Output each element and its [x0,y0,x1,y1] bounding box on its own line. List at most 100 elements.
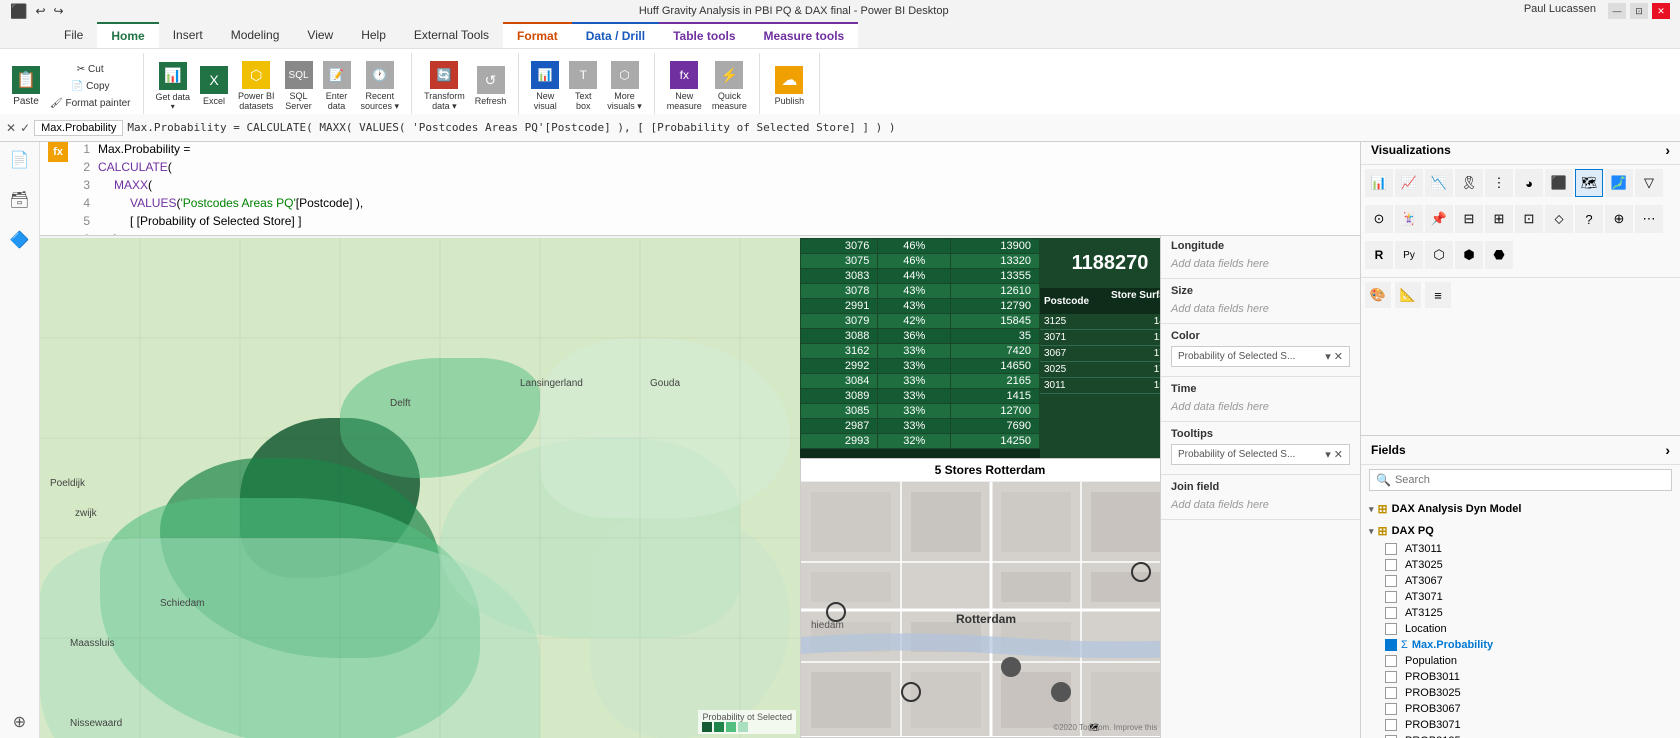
props-longitude-add[interactable]: Add data fields here [1171,256,1350,272]
field-item-population[interactable]: Population [1361,653,1680,669]
copy-btn[interactable]: 📄 Copy [46,79,135,94]
paste-btn[interactable]: 📋 Paste [8,64,44,109]
tab-modeling[interactable]: Modeling [217,22,294,48]
props-color-controls[interactable]: ▾ ✕ [1325,350,1343,363]
field-checkbox-at3067[interactable] [1385,575,1397,587]
viz-ribbon[interactable]: 🎗 [1455,169,1483,197]
viz-decomp[interactable]: ⊕ [1605,205,1633,233]
tab-table-tools[interactable]: Table tools [659,22,749,48]
field-item-prob3125[interactable]: PROB3125 [1361,733,1680,738]
field-item-prob3025[interactable]: PROB3025 [1361,685,1680,701]
tab-help[interactable]: Help [347,22,400,48]
field-checkbox-prob3025[interactable] [1385,687,1397,699]
props-join-add[interactable]: Add data fields here [1171,497,1350,513]
field-checkbox-at3025[interactable] [1385,559,1397,571]
props-color-field[interactable]: Probability of Selected S... ▾ ✕ [1171,346,1350,367]
viz-qna[interactable]: ? [1575,205,1603,233]
viz-table[interactable]: ⊞ [1485,205,1513,233]
viz-treemap[interactable]: ⬛ [1545,169,1573,197]
confirm-formula-btn[interactable]: ✓ [20,121,30,135]
props-tooltips-field[interactable]: Probability of Selected S... ▾ ✕ [1171,444,1350,465]
viz-line-chart[interactable]: 📈 [1395,169,1423,197]
props-size-add[interactable]: Add data fields here [1171,301,1350,317]
quick-measure-btn[interactable]: ⚡ Quick measure [708,59,751,113]
tab-measure-tools[interactable]: Measure tools [750,22,859,48]
publish-btn[interactable]: ☁ Publish [771,64,809,108]
viz-kpi[interactable]: 📌 [1425,205,1453,233]
field-item-at3071[interactable]: AT3071 [1361,589,1680,605]
fields-search-box[interactable]: 🔍 [1369,469,1672,491]
main-map[interactable]: Maassluis Schiedam Delft Lansingerland G… [40,238,800,738]
field-item-at3067[interactable]: AT3067 [1361,573,1680,589]
viz-map[interactable]: 🗺 [1575,169,1603,197]
redo-btn[interactable]: ↪ [54,4,64,18]
field-item-prob3071[interactable]: PROB3071 [1361,717,1680,733]
props-time-add[interactable]: Add data fields here [1171,399,1350,415]
close-btn[interactable]: ✕ [1652,3,1670,19]
field-checkbox-prob3011[interactable] [1385,671,1397,683]
new-measure-btn[interactable]: fx New measure [663,59,706,113]
viz-pie[interactable]: ◕ [1515,169,1543,197]
field-checkbox-at3071[interactable] [1385,591,1397,603]
transform-data-btn[interactable]: 🔄 Transform data ▾ [420,59,469,114]
field-checkbox-at3011[interactable] [1385,543,1397,555]
formula-content[interactable]: Max.Probability = CALCULATE( MAXX( VALUE… [98,140,363,236]
tab-file[interactable]: File [50,22,97,48]
tab-external-tools[interactable]: External Tools [400,22,503,48]
viz-custom3[interactable]: ⬣ [1485,241,1513,269]
props-tooltips-controls[interactable]: ▾ ✕ [1325,448,1343,461]
new-visual-btn[interactable]: 📊 New visual [527,59,563,113]
viz-key-influencers[interactable]: ⋯ [1635,205,1663,233]
field-checkbox-population[interactable] [1385,655,1397,667]
power-bi-datasets-btn[interactable]: ⬡ Power BI datasets [234,59,279,113]
format-painter-btn[interactable]: 🖌 Format painter [46,96,135,111]
viz-slicer[interactable]: ⊟ [1455,205,1483,233]
sql-server-btn[interactable]: SQL SQL Server [281,59,317,113]
text-box-btn[interactable]: T Text box [565,59,601,113]
viz-format-btn[interactable]: 🎨 [1365,282,1391,308]
viz-matrix[interactable]: ⊡ [1515,205,1543,233]
field-item-prob3011[interactable]: PROB3011 [1361,669,1680,685]
formula-text[interactable]: Max.Probability = CALCULATE( MAXX( VALUE… [127,121,1674,134]
viz-r-visual[interactable]: R [1365,241,1393,269]
formula-editor[interactable]: fx 1234567 Max.Probability = CALCULATE( … [40,136,1360,236]
tab-view[interactable]: View [293,22,347,48]
tab-data-drill[interactable]: Data / Drill [572,22,659,48]
tab-format[interactable]: Format [503,22,572,48]
viz-fields-btn[interactable]: ≡ [1425,282,1451,308]
recent-sources-btn[interactable]: 🕐 Recent sources ▾ [357,59,404,114]
fields-panel-expand[interactable]: › [1665,442,1670,458]
field-item-at3011[interactable]: AT3011 [1361,541,1680,557]
field-checkbox-max.probability[interactable] [1385,639,1397,651]
field-item-location[interactable]: Location [1361,621,1680,637]
viz-area-chart[interactable]: 📉 [1425,169,1453,197]
tab-home[interactable]: Home [97,22,158,48]
viz-scatter[interactable]: ⋮ [1485,169,1513,197]
more-visuals-btn[interactable]: ⬡ More visuals ▾ [603,59,646,114]
field-item-max.probability[interactable]: ΣMax.Probability [1361,637,1680,653]
close-formula-btn[interactable]: ✕ [6,121,16,135]
search-input[interactable] [1395,474,1665,486]
viz-panel-expand[interactable]: › [1665,142,1670,158]
field-item-at3125[interactable]: AT3125 [1361,605,1680,621]
field-checkbox-prob3067[interactable] [1385,703,1397,715]
viz-waterfall[interactable]: ⬦ [1545,205,1573,233]
viz-gauge[interactable]: ⊙ [1365,205,1393,233]
field-group-header-dax-pq[interactable]: ▾⊞DAX PQ [1361,521,1680,541]
excel-btn[interactable]: X Excel [196,64,232,108]
viz-funnel[interactable]: ▽ [1635,169,1663,197]
viz-card[interactable]: 🃏 [1395,205,1423,233]
enter-data-btn[interactable]: 📝 Enter data [319,59,355,113]
field-group-header-dax-analysis-dyn-model[interactable]: ▾⊞DAX Analysis Dyn Model [1361,499,1680,519]
rotterdam-map-bg[interactable]: Rotterdam hiedam ©2020 TomTom. Improve t… [801,482,1179,736]
refresh-btn[interactable]: ↺ Refresh [471,64,511,108]
viz-analytics-btn[interactable]: 📐 [1395,282,1421,308]
model-view-btn[interactable]: 🔷 [4,224,36,256]
field-checkbox-at3125[interactable] [1385,607,1397,619]
viz-custom2[interactable]: ⬢ [1455,241,1483,269]
tab-insert[interactable]: Insert [159,22,217,48]
report-view-btn[interactable]: 📄 [4,144,36,176]
field-item-prob3067[interactable]: PROB3067 [1361,701,1680,717]
minimize-btn[interactable]: — [1608,3,1626,19]
undo-btn[interactable]: ↩ [35,4,45,18]
